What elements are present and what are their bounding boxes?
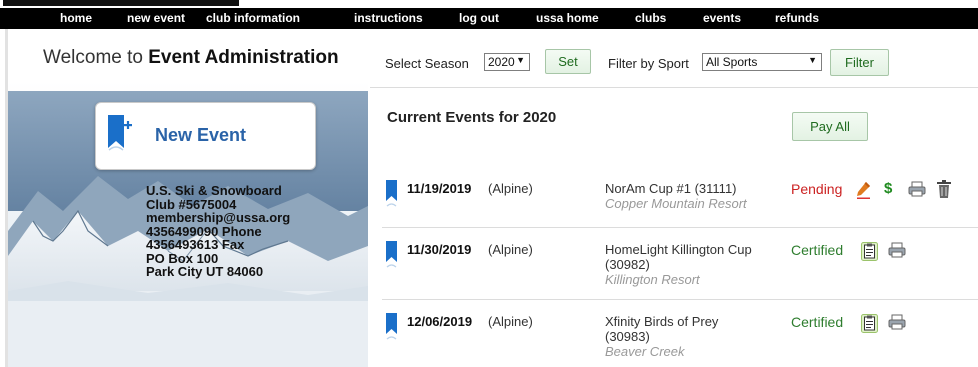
nav-log-out[interactable]: log out bbox=[459, 11, 499, 25]
top-strip bbox=[0, 0, 978, 8]
status-badge: Certified bbox=[791, 242, 844, 258]
event-discipline: (Alpine) bbox=[488, 242, 533, 257]
event-discipline: (Alpine) bbox=[488, 181, 533, 196]
event-discipline: (Alpine) bbox=[488, 314, 533, 329]
nav-clubs[interactable]: clubs bbox=[635, 11, 666, 25]
event-row: 11/30/2019 (Alpine) HomeLight Killington… bbox=[382, 238, 978, 300]
event-date: 12/06/2019 bbox=[407, 314, 473, 329]
chevron-down-icon: ▼ bbox=[808, 55, 817, 65]
left-panel: Welcome to Event Administration New Even… bbox=[8, 29, 368, 367]
season-select[interactable]: 2020 ▼ bbox=[484, 53, 530, 71]
bookmark-icon[interactable] bbox=[385, 240, 399, 270]
event-number: (30982) bbox=[605, 257, 650, 272]
welcome-prefix: Welcome to bbox=[43, 47, 149, 68]
event-info[interactable]: NorAm Cup #1 (31111) Copper Mountain Res… bbox=[605, 181, 747, 211]
bookmark-plus-icon bbox=[108, 115, 132, 151]
sport-select[interactable]: All Sports ▼ bbox=[702, 53, 822, 71]
nav-events[interactable]: events bbox=[703, 11, 741, 25]
nav-club-information[interactable]: club information bbox=[206, 11, 300, 25]
clipboard-icon[interactable] bbox=[861, 314, 878, 333]
welcome-bold: Event Administration bbox=[148, 47, 339, 68]
event-name: Xfinity Birds of Prey bbox=[605, 314, 719, 329]
printer-icon[interactable] bbox=[908, 181, 926, 197]
event-location: Beaver Creek bbox=[605, 344, 685, 359]
filter-button[interactable]: Filter bbox=[830, 49, 889, 76]
event-number: (30983) bbox=[605, 329, 650, 344]
sport-value: All Sports bbox=[706, 55, 758, 69]
nav-ussa-home[interactable]: ussa home bbox=[536, 11, 599, 25]
dollar-icon[interactable]: $ bbox=[884, 180, 892, 197]
main-content: Select Season 2020 ▼ Set Filter by Sport … bbox=[370, 29, 978, 367]
nav-home[interactable]: home bbox=[60, 11, 92, 25]
club-info: U.S. Ski & Snowboard Club #5675004 membe… bbox=[146, 184, 290, 279]
club-name: U.S. Ski & Snowboard bbox=[146, 183, 282, 198]
bookmark-icon[interactable] bbox=[385, 312, 399, 342]
new-event-button[interactable]: New Event bbox=[95, 102, 316, 170]
set-button[interactable]: Set bbox=[545, 49, 591, 74]
top-nav: home new event club information instruct… bbox=[0, 8, 978, 29]
club-city: Park City UT 84060 bbox=[146, 264, 264, 279]
printer-icon[interactable] bbox=[888, 242, 906, 258]
filter-bar: Select Season 2020 ▼ Set Filter by Sport … bbox=[370, 29, 978, 88]
club-email: membership@ussa.org bbox=[146, 210, 291, 225]
event-location: Copper Mountain Resort bbox=[605, 196, 747, 211]
printer-icon[interactable] bbox=[888, 314, 906, 330]
nav-instructions[interactable]: instructions bbox=[354, 11, 423, 25]
club-fax: 4356493613 Fax bbox=[146, 237, 245, 252]
page-title: Welcome to Event Administration bbox=[43, 47, 339, 69]
club-phone: 4356499090 Phone bbox=[146, 223, 262, 239]
season-label: Select Season bbox=[385, 56, 469, 71]
club-number: Club #5675004 bbox=[146, 196, 237, 212]
season-value: 2020 bbox=[488, 55, 515, 69]
event-row: 12/06/2019 (Alpine) Xfinity Birds of Pre… bbox=[382, 310, 978, 367]
chevron-down-icon: ▼ bbox=[516, 55, 525, 65]
event-name: HomeLight Killington Cup bbox=[605, 242, 752, 257]
pay-all-button[interactable]: Pay All bbox=[792, 112, 868, 141]
trash-icon[interactable] bbox=[936, 179, 952, 199]
event-date: 11/19/2019 bbox=[407, 181, 472, 196]
bookmark-icon[interactable] bbox=[385, 179, 399, 209]
event-location: Killington Resort bbox=[605, 272, 700, 287]
event-info[interactable]: HomeLight Killington Cup (30982) Killing… bbox=[605, 242, 752, 287]
nav-refunds[interactable]: refunds bbox=[775, 11, 819, 25]
current-events-title: Current Events for 2020 bbox=[387, 109, 557, 126]
top-tag bbox=[3, 0, 239, 6]
event-info[interactable]: Xfinity Birds of Prey (30983) Beaver Cre… bbox=[605, 314, 718, 359]
status-badge: Certified bbox=[791, 314, 844, 330]
status-badge: Pending bbox=[791, 181, 843, 197]
event-name: NorAm Cup #1 (31111) bbox=[605, 181, 737, 196]
event-row: 11/19/2019 (Alpine) NorAm Cup #1 (31111)… bbox=[382, 177, 978, 228]
new-event-label: New Event bbox=[155, 125, 247, 145]
sport-label: Filter by Sport bbox=[608, 56, 689, 71]
event-date: 11/30/2019 bbox=[407, 242, 472, 257]
pencil-icon[interactable] bbox=[856, 181, 872, 199]
club-po-box: PO Box 100 bbox=[146, 250, 219, 266]
clipboard-icon[interactable] bbox=[861, 242, 878, 261]
nav-new-event[interactable]: new event bbox=[127, 11, 185, 25]
